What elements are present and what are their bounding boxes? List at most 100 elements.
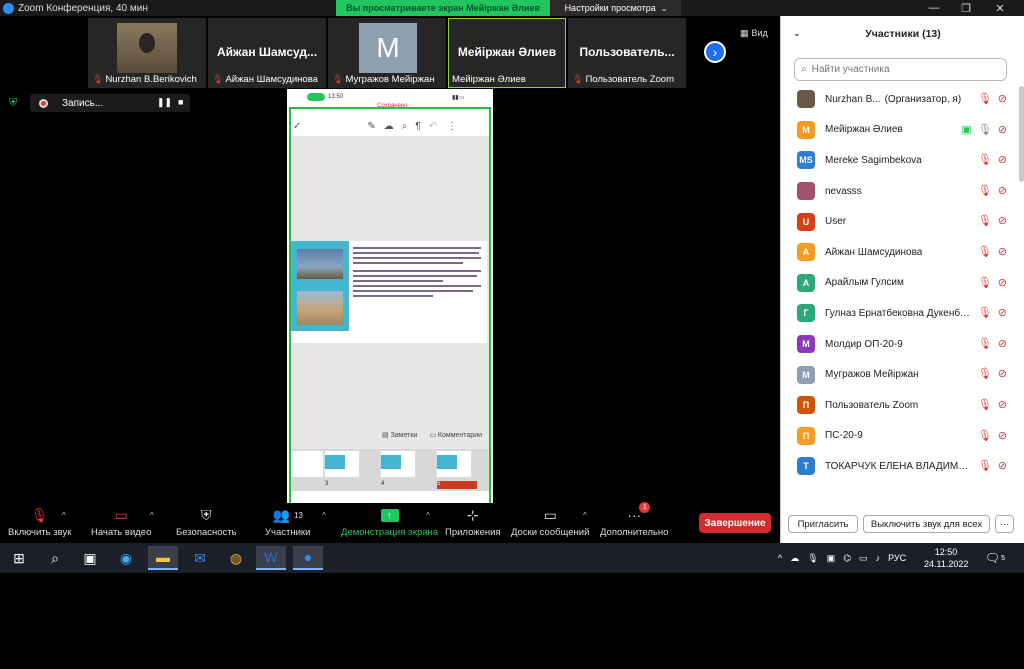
pause-recording-icon[interactable]: ❚❚ — [157, 97, 172, 108]
tray-app-icon[interactable]: ▣ — [827, 553, 836, 564]
mute-all-button[interactable]: Выключить звук для всех — [863, 515, 990, 533]
recording-icon — [39, 98, 48, 108]
network-icon[interactable]: ⌬ — [843, 553, 851, 564]
mic-off-icon: 🎙 — [977, 368, 992, 381]
participant-status-icons: 🎙 ⊘ — [978, 398, 1007, 411]
battery-icon[interactable]: ▭ — [859, 553, 868, 564]
search-placeholder: Найти участника — [811, 64, 890, 75]
participant-row[interactable]: MS Mereke Sagimbekova 🎙 ⊘ — [781, 145, 1019, 176]
mic-off-icon: 🎙 — [977, 307, 992, 320]
avatar: A — [797, 273, 815, 292]
end-meeting-button[interactable]: Завершение — [699, 513, 771, 533]
close-button[interactable]: ✕ — [982, 0, 1018, 16]
file-explorer-icon[interactable]: ▬ — [148, 546, 178, 570]
whiteboard-icon: ▭ — [543, 506, 557, 523]
participant-row[interactable]: U User 🎙 ⊘ — [781, 206, 1019, 237]
video-options-caret-icon[interactable]: ^ — [150, 511, 154, 520]
tile-caption: Айжан Шамсудинова — [225, 74, 318, 85]
participant-row[interactable]: M Мейiржан Әлиев ▣ 🎙 ⊘ — [781, 115, 1019, 146]
participant-name: Гулназ Ернатбековна Дукенбае... — [825, 307, 975, 319]
participant-row[interactable]: П Пользователь Zoom 🎙 ⊘ — [781, 390, 1019, 421]
notification-center-icon[interactable]: 🗨 5 — [980, 546, 1010, 570]
meeting-toolbar: 🎙 Включить звук ^ ▭ Начать видео ^ ⛨ Без… — [0, 502, 780, 543]
input-language[interactable]: РУС — [888, 553, 906, 563]
search-icon[interactable]: ⌕ — [40, 546, 70, 570]
shield-icon: ⛨ — [201, 506, 212, 523]
volume-icon[interactable]: ♪ — [876, 553, 881, 563]
zoom-logo-icon — [3, 2, 14, 14]
participant-row[interactable]: M Молдир ОП-20-9 🎙 ⊘ — [781, 329, 1019, 360]
zoom-app-icon[interactable]: ● — [293, 546, 323, 570]
participant-status-icons: 🎙 ⊘ — [978, 367, 1007, 380]
participants-button[interactable]: 👥 13 Участники — [265, 505, 310, 543]
invite-button[interactable]: Пригласить — [788, 515, 858, 533]
view-button[interactable]: ▦ Вид — [740, 26, 774, 40]
participant-row[interactable]: Г Гулназ Ернатбековна Дукенбае... 🎙 ⊘ — [781, 298, 1019, 329]
cloud-icon[interactable]: ☁ — [790, 553, 799, 564]
participant-row[interactable]: nevasss 🎙 ⊘ — [781, 176, 1019, 207]
video-tile-active-speaker[interactable]: Мейiржан Әлиев Мейiржан Әлиев — [448, 18, 566, 88]
stop-recording-icon[interactable]: ■ — [178, 97, 183, 107]
participant-row[interactable]: TТОКАРЧУК ЕЛЕНА ВЛАДИМИРОВНА🎙⊘ — [781, 451, 1019, 482]
avatar: M — [797, 365, 815, 384]
avatar: U — [797, 212, 815, 231]
tray-chevron-icon[interactable]: ^ — [778, 553, 782, 563]
word-app-icon[interactable]: W — [256, 546, 286, 570]
participant-name: Арайлым Гулсим — [825, 277, 904, 289]
mic-icon: 🎙 — [977, 123, 992, 136]
participant-row[interactable]: П ПС-20-9 🎙 ⊘ — [781, 421, 1019, 452]
next-page-icon[interactable]: › — [704, 41, 726, 63]
chrome-browser-icon[interactable]: ◍ — [221, 546, 251, 570]
search-icon: ⌕ — [801, 64, 807, 75]
video-off-icon: ⊘ — [997, 184, 1007, 197]
avatar: M — [797, 120, 815, 139]
restore-button[interactable]: ❐ — [948, 0, 984, 16]
share-caret-icon[interactable]: ^ — [426, 511, 430, 520]
participant-status-icons: 🎙 ⊘ — [978, 245, 1007, 258]
mic-icon[interactable]: 🎙 — [807, 553, 818, 564]
video-tile[interactable]: M 🎙 Мугражов Мейiржан — [328, 18, 446, 88]
collapse-chevron-icon[interactable]: ⌄ — [793, 28, 801, 39]
participant-list: Nurzhan B... (Организатор, я) 🎙 ⊘ M Мейiржан … — [781, 84, 1019, 482]
window-title: Zoom Конференция, 40 мин — [18, 2, 148, 14]
minimize-button[interactable]: — — [916, 0, 952, 16]
participant-name: Пользователь Zoom — [825, 399, 919, 411]
participant-photo — [117, 23, 177, 73]
share-screen-button[interactable]: ↑ Демонстрация экрана — [341, 505, 438, 543]
avatar: M — [359, 23, 417, 73]
apps-button[interactable]: ⊹ Приложения — [445, 505, 501, 543]
video-tile[interactable]: Айжан Шамсуд... 🎙 Айжан Шамсудинова — [208, 18, 326, 88]
panel-scrollbar[interactable] — [1019, 86, 1024, 182]
security-button[interactable]: ⛨ Безопасность — [176, 505, 237, 543]
view-settings-button[interactable]: Настройки просмотра ⌄ — [551, 0, 681, 16]
participant-search-input[interactable]: ⌕ Найти участника — [794, 58, 1007, 81]
mic-off-icon: 🎙 — [977, 429, 992, 442]
participant-row[interactable]: A Арайлым Гулсим 🎙 ⊘ — [781, 268, 1019, 299]
windows-start-icon[interactable]: ⊞ — [4, 546, 34, 570]
notification-count: 5 — [1001, 554, 1006, 562]
participant-row[interactable]: M Мугражов Мейiржан 🎙 ⊘ — [781, 359, 1019, 390]
mic-off-icon: 🎙 — [977, 460, 992, 473]
mic-off-icon: 🎙 — [977, 215, 992, 228]
panel-more-button[interactable]: ··· — [995, 515, 1014, 533]
whiteboards-button[interactable]: ▭ Доски сообщений — [511, 505, 589, 543]
participants-caret-icon[interactable]: ^ — [322, 511, 326, 520]
system-tray: ^ ☁ 🎙 ▣ ⌬ ▭ ♪ РУС — [778, 543, 906, 573]
avatar: Г — [797, 304, 815, 323]
mail-icon[interactable]: ✉ — [185, 546, 215, 570]
more-button[interactable]: ··· Дополнительно 1 — [600, 502, 668, 543]
video-tile[interactable]: Пользователь... 🎙 Пользователь Zoom — [568, 18, 686, 88]
participant-status-icons: 🎙 ⊘ — [978, 92, 1007, 105]
whiteboard-caret-icon[interactable]: ^ — [583, 511, 587, 520]
task-view-icon[interactable]: ▣ — [75, 546, 105, 570]
participant-row[interactable]: A Айжан Шамсудинова 🎙 ⊘ — [781, 237, 1019, 268]
more-badge: 1 — [639, 502, 651, 513]
audio-options-caret-icon[interactable]: ^ — [62, 511, 66, 520]
video-tile[interactable]: 🎙 Nurzhan B.Berikovich — [88, 18, 206, 88]
clock-time: 12:50 — [934, 547, 958, 557]
participant-name: Мейiржан Әлиев — [825, 124, 903, 136]
taskbar-clock[interactable]: 12:50 24.11.2022 — [924, 546, 968, 570]
edge-browser-icon[interactable]: ◉ — [111, 546, 141, 570]
start-video-button[interactable]: ▭ Начать видео — [91, 505, 151, 543]
participant-row[interactable]: Nurzhan B... (Организатор, я) 🎙 ⊘ — [781, 84, 1019, 115]
